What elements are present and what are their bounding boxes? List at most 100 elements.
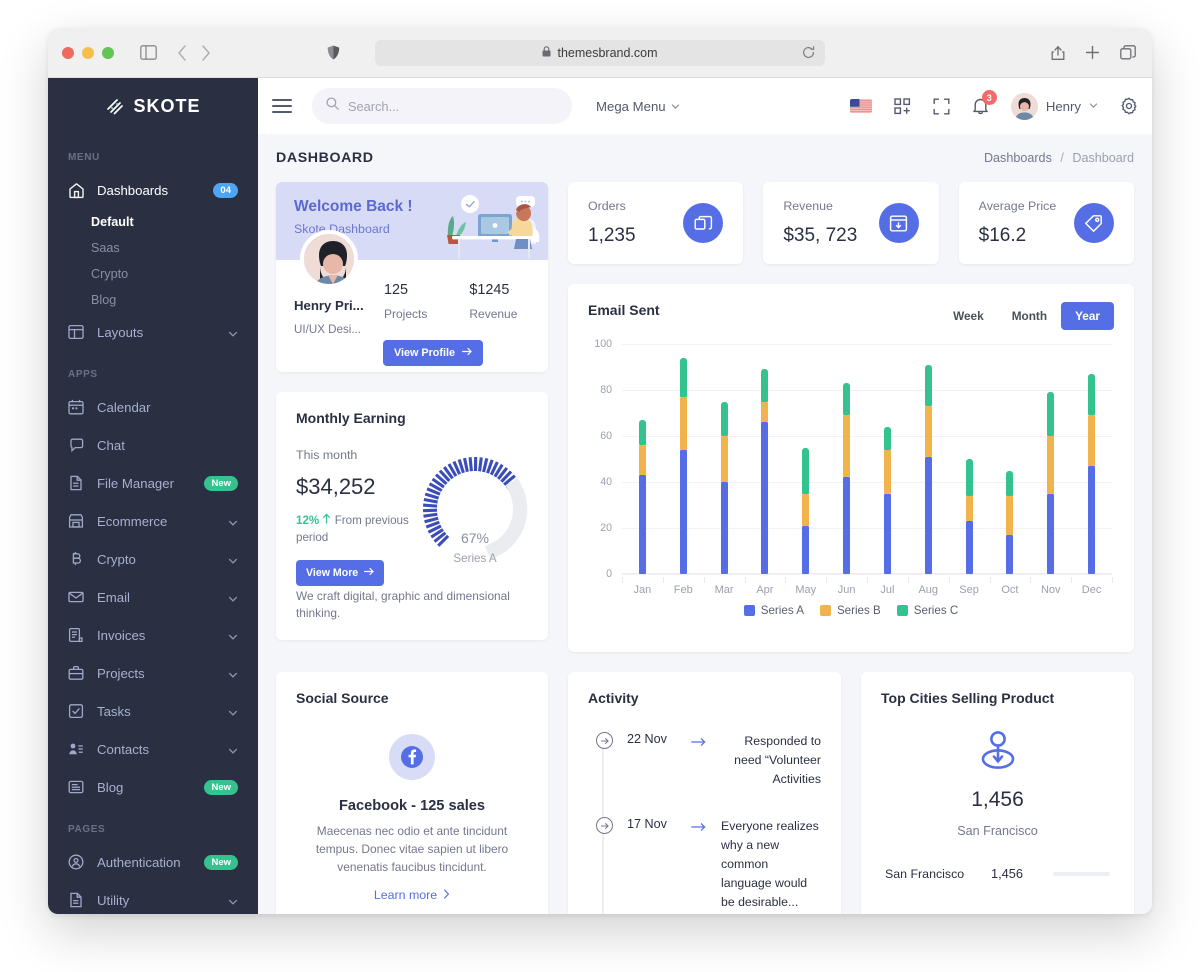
chart-legend-label: Series A xyxy=(760,604,804,617)
sidebar-item-utility[interactable]: Utility xyxy=(48,881,258,914)
sidebar-subitem-saas[interactable]: Saas xyxy=(48,235,258,261)
profile-menu-button[interactable]: Henry xyxy=(1010,92,1098,120)
sidebar-item-crypto[interactable]: Crypto xyxy=(48,540,258,578)
sidebar-item-dashboards[interactable]: Dashboards 04 xyxy=(48,171,258,209)
brand[interactable]: SKOTE xyxy=(48,78,258,134)
sidebar-badge-authentication: New xyxy=(204,854,238,870)
chart-bar-sep[interactable] xyxy=(949,459,990,574)
sidebar-subitem-blog[interactable]: Blog xyxy=(48,287,258,313)
task-check-icon xyxy=(68,703,85,720)
chart-bar-dec[interactable] xyxy=(1071,373,1112,574)
search-box[interactable] xyxy=(312,88,572,124)
blog-icon xyxy=(68,779,85,796)
earning-delta-percent: 12% xyxy=(296,514,320,527)
reload-icon[interactable] xyxy=(802,46,815,59)
activity-date: 22 Nov xyxy=(627,732,667,746)
chart-legend-item[interactable]: Series B xyxy=(819,604,881,617)
chart-bar-jul[interactable] xyxy=(867,426,908,574)
chart-legend-item[interactable]: Series C xyxy=(896,604,958,617)
chart-range-month[interactable]: Month xyxy=(998,302,1061,330)
chart-plot-area xyxy=(622,344,1113,583)
sidebar-item-contacts[interactable]: Contacts xyxy=(48,730,258,768)
view-profile-button[interactable]: View Profile xyxy=(383,340,484,366)
calendar-icon xyxy=(68,399,85,416)
chart-bar-segment xyxy=(843,415,851,478)
activity-item[interactable]: 17 Nov Everyone realizes why a new commo… xyxy=(596,817,821,914)
chart-bar-jun[interactable] xyxy=(826,383,867,574)
address-bar[interactable]: themesbrand.com xyxy=(327,39,825,66)
social-source-learn-more-link[interactable]: Learn more xyxy=(374,888,450,902)
chart-y-tick-label: 60 xyxy=(600,430,612,442)
chart-bar-apr[interactable] xyxy=(744,369,785,574)
app-grid-icon[interactable] xyxy=(894,97,911,115)
dashboard-row-1: Welcome Back ! Skote Dashboard Henry Pri… xyxy=(276,182,1134,652)
chevron-left-icon[interactable] xyxy=(177,44,187,61)
chart-range-toggle: Week Month Year xyxy=(939,302,1114,330)
sidebar-item-projects[interactable]: Projects xyxy=(48,654,258,692)
chevron-down-icon xyxy=(228,706,238,716)
archive-download-icon xyxy=(878,203,919,243)
sidebar-item-calendar[interactable]: Calendar xyxy=(48,388,258,426)
sidebar-item-authentication[interactable]: Authentication New xyxy=(48,843,258,881)
chevron-right-icon[interactable] xyxy=(201,44,211,61)
sidebar-item-tasks[interactable]: Tasks xyxy=(48,692,258,730)
maximize-window-button[interactable] xyxy=(102,46,114,59)
chart-legend-item[interactable]: Series A xyxy=(743,604,804,617)
chart-bar-nov[interactable] xyxy=(1030,392,1071,574)
stat-card-revenue: Revenue $35, 723 xyxy=(763,182,939,264)
sidebar-item-label: Email xyxy=(97,589,130,605)
hamburger-icon[interactable] xyxy=(272,99,292,113)
minimize-window-button[interactable] xyxy=(82,46,94,59)
sidebar-item-invoices[interactable]: Invoices xyxy=(48,616,258,654)
chart-bar-segment xyxy=(1088,465,1096,574)
chart-range-week[interactable]: Week xyxy=(939,302,998,330)
chart-bar-jan[interactable] xyxy=(622,419,663,574)
tabs-icon[interactable] xyxy=(1120,44,1136,61)
gear-icon[interactable] xyxy=(1120,97,1138,115)
stat-text: Revenue $35, 723 xyxy=(783,199,857,247)
breadcrumb-parent[interactable]: Dashboards xyxy=(984,151,1052,165)
sidebar-item-chat[interactable]: Chat xyxy=(48,426,258,464)
left-column: Welcome Back ! Skote Dashboard Henry Pri… xyxy=(276,182,548,652)
sidebar-item-email[interactable]: Email xyxy=(48,578,258,616)
search-input[interactable] xyxy=(348,98,538,114)
top-cities-card: Top Cities Selling Product 1,456 San Fra… xyxy=(861,672,1134,914)
fullscreen-icon[interactable] xyxy=(933,98,950,115)
sidebar-subitem-crypto[interactable]: Crypto xyxy=(48,261,258,287)
chart-range-year[interactable]: Year xyxy=(1061,302,1114,330)
chart-bar-segment xyxy=(1047,392,1055,436)
sidebar-item-ecommerce[interactable]: Ecommerce xyxy=(48,502,258,540)
us-flag-icon[interactable] xyxy=(849,99,872,113)
mega-menu-button[interactable]: Mega Menu xyxy=(596,99,680,114)
chat-icon xyxy=(68,437,85,454)
dashboard-row-2: Social Source Facebook - 125 sales Maece… xyxy=(276,672,1134,914)
sidebar-section-pages: PAGES xyxy=(68,824,106,835)
chart-bar-feb[interactable] xyxy=(663,357,704,574)
sidebar-item-file-manager[interactable]: File Manager New xyxy=(48,464,258,502)
shield-icon[interactable] xyxy=(327,45,340,60)
bell-icon[interactable]: 3 xyxy=(972,90,997,115)
activity-item[interactable]: 22 Nov Responded to need “Volunteer Acti… xyxy=(596,732,821,789)
chart-bar-mar[interactable] xyxy=(704,401,745,574)
chevron-down-icon xyxy=(228,592,238,602)
close-window-button[interactable] xyxy=(62,46,74,59)
chart-bar-may[interactable] xyxy=(785,447,826,574)
chart-x-tick-label: Apr xyxy=(756,584,774,596)
share-icon[interactable] xyxy=(1051,45,1065,61)
chart-bar-segment xyxy=(1088,415,1096,466)
chart-bar-segment xyxy=(638,445,646,476)
plus-icon[interactable] xyxy=(1085,45,1100,60)
sidebar-item-blog[interactable]: Blog New xyxy=(48,768,258,806)
learn-more-label: Learn more xyxy=(373,888,438,902)
chart-bar-aug[interactable] xyxy=(908,364,949,574)
chart-bar-oct[interactable] xyxy=(989,470,1030,574)
sidebar-subitem-default[interactable]: Default xyxy=(48,209,258,235)
view-more-button[interactable]: View More xyxy=(296,560,385,586)
chart-x-tick-label: Feb xyxy=(673,584,693,596)
chart-x-tick-label: Oct xyxy=(1001,584,1019,596)
sidebar-item-layouts[interactable]: Layouts xyxy=(48,313,258,351)
chart-bar-segment xyxy=(761,369,769,402)
chevron-down-icon xyxy=(1089,97,1098,115)
sidebar-toggle-icon[interactable] xyxy=(140,45,157,60)
arrow-right-icon xyxy=(691,734,707,752)
